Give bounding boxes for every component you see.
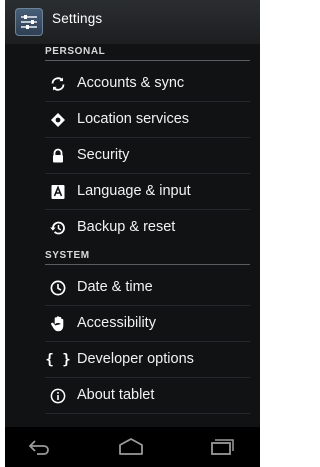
- page-title: Settings: [52, 11, 103, 26]
- home-icon[interactable]: [111, 433, 151, 461]
- settings-item-label: Location services: [77, 111, 190, 127]
- settings-item-developer-options[interactable]: { } Developer options: [5, 342, 260, 378]
- settings-item-label: Date & time: [77, 279, 153, 295]
- settings-item-language-input[interactable]: Language & input: [5, 174, 260, 210]
- settings-item-label: Security: [77, 147, 130, 163]
- braces-icon: { }: [45, 352, 71, 368]
- info-icon: [49, 387, 67, 405]
- settings-item-label: Language & input: [77, 183, 191, 199]
- section-divider: [45, 264, 250, 265]
- action-bar: Settings: [5, 0, 260, 44]
- section-header-system: SYSTEM: [5, 248, 260, 265]
- recent-apps-icon[interactable]: [201, 433, 241, 461]
- hand-icon: [49, 315, 67, 333]
- back-icon[interactable]: [19, 433, 59, 461]
- settings-item-security[interactable]: Security: [5, 138, 260, 174]
- settings-item-accounts-sync[interactable]: Accounts & sync: [5, 66, 260, 102]
- backup-restore-icon: [49, 219, 67, 237]
- settings-item-date-time[interactable]: Date & time: [5, 270, 260, 306]
- settings-item-label: About tablet: [77, 387, 155, 403]
- section-divider: [45, 60, 250, 61]
- list-divider: [45, 413, 250, 414]
- settings-sliders-icon[interactable]: [15, 8, 43, 36]
- clock-icon: [49, 279, 67, 297]
- lock-icon: [49, 147, 67, 165]
- sync-icon: [49, 75, 67, 93]
- location-icon: [49, 111, 67, 129]
- settings-item-backup-reset[interactable]: Backup & reset: [5, 210, 260, 246]
- settings-item-label: Accessibility: [77, 315, 156, 331]
- settings-item-accessibility[interactable]: Accessibility: [5, 306, 260, 342]
- settings-item-location-services[interactable]: Location services: [5, 102, 260, 138]
- settings-item-about-tablet[interactable]: About tablet: [5, 378, 260, 414]
- keyboard-a-icon: [49, 183, 67, 201]
- navigation-bar: [5, 427, 260, 467]
- section-header-personal: PERSONAL: [5, 44, 260, 61]
- settings-screen: Settings PERSONAL Accounts & sync Locati…: [5, 0, 260, 467]
- settings-item-label: Backup & reset: [77, 219, 176, 235]
- settings-item-label: Developer options: [77, 351, 194, 367]
- settings-item-label: Accounts & sync: [77, 75, 185, 91]
